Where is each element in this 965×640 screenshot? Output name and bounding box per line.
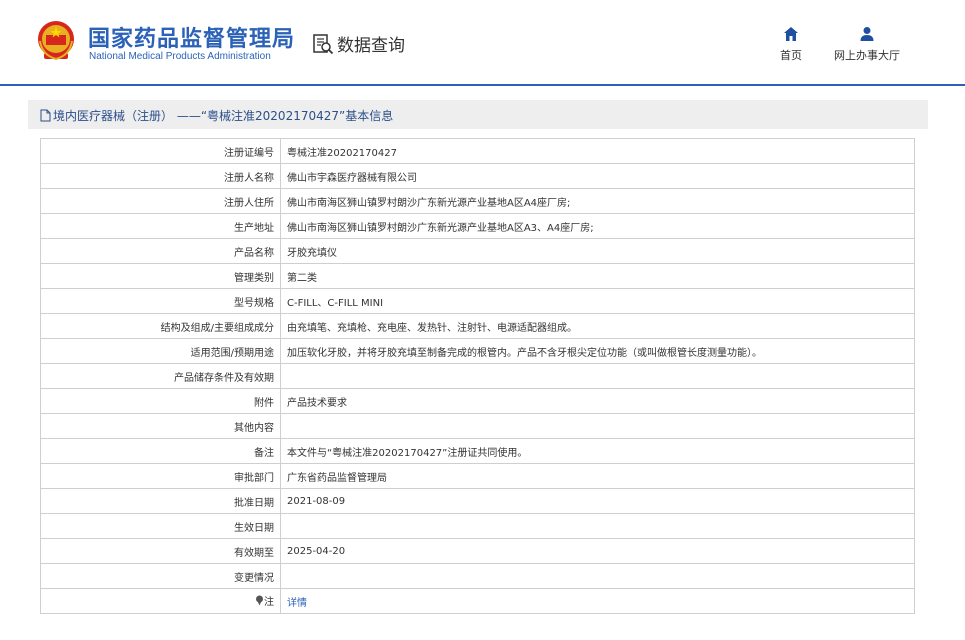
table-row: 附件 产品技术要求 <box>40 388 915 414</box>
row-value: 佛山市南海区狮山镇罗村朗沙广东新光源产业基地A区A4座厂房; <box>280 188 915 214</box>
panel-title: 境内医疗器械（注册） ——“粤械注准20202170427”基本信息 <box>40 107 393 124</box>
row-value: 佛山市南海区狮山镇罗村朗沙广东新光源产业基地A区A3、A4座厂房; <box>280 213 915 239</box>
brand-title-cn: 国家药品监督管理局 <box>88 27 296 52</box>
table-row: 其他内容 <box>40 413 915 439</box>
table-row: 结构及组成/主要组成成分 由充填笔、充填枪、充电座、发热针、注射针、电源适配器组成… <box>40 313 915 339</box>
row-label: 管理类别 <box>40 263 281 289</box>
row-label: 其他内容 <box>40 413 281 439</box>
row-value: 广东省药品监督管理局 <box>280 463 915 489</box>
table-row: 审批部门 广东省药品监督管理局 <box>40 463 915 489</box>
note-label: 注 <box>255 593 274 608</box>
row-value: 产品技术要求 <box>280 388 915 414</box>
row-label: 适用范围/预期用途 <box>40 338 281 364</box>
table-row: 型号规格 C-FILL、C-FILL MINI <box>40 288 915 314</box>
row-label: 产品名称 <box>40 238 281 264</box>
info-panel: 境内医疗器械（注册） ——“粤械注准20202170427”基本信息 注册证编号… <box>28 100 928 640</box>
row-label: 批准日期 <box>40 488 281 514</box>
table-row: 管理类别 第二类 <box>40 263 915 289</box>
table-row: 注册人名称 佛山市宇森医疗器械有限公司 <box>40 163 915 189</box>
nav-online-hall-label: 网上办事大厅 <box>834 49 900 62</box>
row-label: 注册证编号 <box>40 138 281 164</box>
row-label: 注册人名称 <box>40 163 281 189</box>
site-header: 国家药品监督管理局 National Medical Products Admi… <box>0 0 965 86</box>
row-value: 本文件与“粤械注准20202170427”注册证共同使用。 <box>280 438 915 464</box>
row-value <box>280 563 915 589</box>
table-row: 产品储存条件及有效期 <box>40 363 915 389</box>
row-value: 加压软化牙胶，并将牙胶充填至制备完成的根管内。产品不含牙根尖定位功能（或叫做根管… <box>280 338 915 364</box>
panel-body: 注册证编号 粤械注准20202170427 注册人名称 佛山市宇森医疗器械有限公司 注册… <box>28 129 928 640</box>
user-icon <box>860 27 874 41</box>
brand-title-en: National Medical Products Administration <box>89 51 271 62</box>
table-row-note: 注 详情 <box>40 588 915 614</box>
data-query-icon <box>313 33 334 54</box>
data-query-label: 数据查询 <box>337 36 405 56</box>
table-row: 注册人住所 佛山市南海区狮山镇罗村朗沙广东新光源产业基地A区A4座厂房; <box>40 188 915 214</box>
table-row: 变更情况 <box>40 563 915 589</box>
table-row: 批准日期 2021-08-09 <box>40 488 915 514</box>
row-value: 佛山市宇森医疗器械有限公司 <box>280 163 915 189</box>
row-label: 型号规格 <box>40 288 281 314</box>
note-value-cell: 详情 <box>280 588 915 614</box>
row-value <box>280 413 915 439</box>
row-value: 牙胶充填仪 <box>280 238 915 264</box>
table-row: 生效日期 <box>40 513 915 539</box>
table-row: 生产地址 佛山市南海区狮山镇罗村朗沙广东新光源产业基地A区A3、A4座厂房; <box>40 213 915 239</box>
table-row: 注册证编号 粤械注准20202170427 <box>40 138 915 164</box>
info-table: 注册证编号 粤械注准20202170427 注册人名称 佛山市宇森医疗器械有限公司 注册… <box>40 138 915 614</box>
row-label: 审批部门 <box>40 463 281 489</box>
document-icon <box>40 109 51 122</box>
row-value <box>280 513 915 539</box>
row-label: 结构及组成/主要组成成分 <box>40 313 281 339</box>
home-icon <box>784 27 798 41</box>
nav-online-hall-link[interactable]: 网上办事大厅 <box>831 26 903 63</box>
details-link[interactable]: 详情 <box>287 598 307 609</box>
note-label-cell: 注 <box>40 588 281 614</box>
nav-home-label: 首页 <box>780 49 802 62</box>
row-label: 生效日期 <box>40 513 281 539</box>
nav-home-link[interactable]: 首页 <box>776 26 806 63</box>
panel-title-text: 境内医疗器械（注册） ——“粤械注准20202170427”基本信息 <box>53 109 394 123</box>
row-label: 产品储存条件及有效期 <box>40 363 281 389</box>
row-label: 有效期至 <box>40 538 281 564</box>
row-value: 2025-04-20 <box>280 538 915 564</box>
row-label: 备注 <box>40 438 281 464</box>
table-row: 适用范围/预期用途 加压软化牙胶，并将牙胶充填至制备完成的根管内。产品不含牙根尖定… <box>40 338 915 364</box>
row-value: 2021-08-09 <box>280 488 915 514</box>
note-label-text: 注 <box>264 597 274 608</box>
row-value: 粤械注准20202170427 <box>280 138 915 164</box>
row-label: 生产地址 <box>40 213 281 239</box>
row-value <box>280 363 915 389</box>
row-value: 第二类 <box>280 263 915 289</box>
table-row: 有效期至 2025-04-20 <box>40 538 915 564</box>
national-emblem-icon <box>38 21 74 61</box>
data-query-link[interactable]: 数据查询 <box>312 31 405 56</box>
row-label: 附件 <box>40 388 281 414</box>
pin-icon <box>256 595 263 606</box>
row-label: 变更情况 <box>40 563 281 589</box>
row-value: 由充填笔、充填枪、充电座、发热针、注射针、电源适配器组成。 <box>280 313 915 339</box>
row-label: 注册人住所 <box>40 188 281 214</box>
row-value: C-FILL、C-FILL MINI <box>280 288 915 314</box>
table-row: 产品名称 牙胶充填仪 <box>40 238 915 264</box>
table-row: 备注 本文件与“粤械注准20202170427”注册证共同使用。 <box>40 438 915 464</box>
